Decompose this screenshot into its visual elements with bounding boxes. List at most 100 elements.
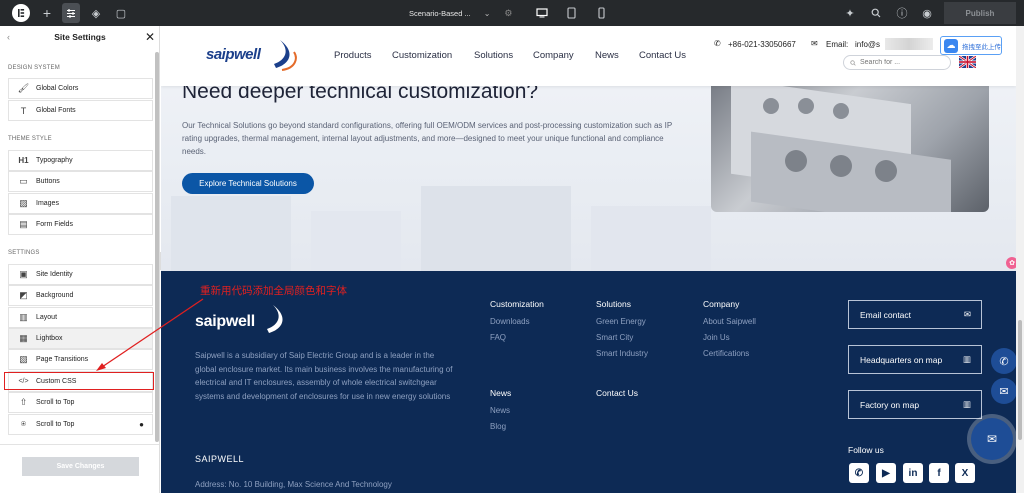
- footer-col-customization-title[interactable]: Customization: [490, 299, 544, 309]
- item-background[interactable]: ◩ Background: [8, 285, 153, 306]
- header-search[interactable]: [843, 55, 951, 70]
- layers-icon[interactable]: ◈: [88, 3, 104, 23]
- item-lightbox[interactable]: ▦ Lightbox: [8, 328, 153, 349]
- preview-eye-icon[interactable]: ◉: [919, 3, 935, 23]
- footer-link-join-us[interactable]: Join Us: [703, 333, 730, 342]
- footer-link-downloads[interactable]: Downloads: [490, 317, 530, 326]
- site-logo[interactable]: saipwell: [206, 38, 298, 72]
- publish-button[interactable]: Publish: [944, 2, 1016, 24]
- site-header: saipwell Products Customization Solution…: [161, 26, 1016, 86]
- preview-scrollbar-thumb[interactable]: [1018, 320, 1022, 440]
- footer-address: Address: No. 10 Building, Max Science An…: [195, 480, 392, 489]
- floating-mail-icon[interactable]: ✉: [991, 378, 1016, 404]
- footer-col-solutions-title[interactable]: Solutions: [596, 299, 631, 309]
- floating-whatsapp-icon[interactable]: ✆: [991, 348, 1016, 374]
- item-global-fonts[interactable]: T Global Fonts: [8, 100, 153, 121]
- footer-link-smart-city[interactable]: Smart City: [596, 333, 633, 342]
- search-icon[interactable]: [868, 3, 884, 23]
- headquarters-map-button[interactable]: Headquarters on map ▥: [848, 345, 982, 374]
- logo-swoosh-icon: [267, 305, 283, 333]
- item-scroll-to-top-pro[interactable]: ⍟ Scroll to Top ●: [8, 414, 153, 435]
- upload-drop-badge[interactable]: ☁ 拖拽至此上传: [940, 36, 1002, 55]
- nav-company[interactable]: Company: [533, 50, 574, 61]
- button-icon: ▭: [19, 176, 28, 186]
- site-settings-panel: ‹ Site Settings ✕ DESIGN SYSTEM 🖌︎ Global…: [0, 26, 160, 493]
- page-title: Scenario-Based ...: [409, 8, 471, 18]
- footer-link-certifications[interactable]: Certifications: [703, 349, 749, 358]
- search-input[interactable]: [860, 59, 950, 66]
- map-icon: ▥: [962, 399, 971, 409]
- brush-icon: 🖌︎: [17, 83, 30, 93]
- save-changes-button[interactable]: Save Changes: [22, 457, 139, 476]
- item-page-transitions[interactable]: ▧ Page Transitions: [8, 349, 153, 370]
- footer-col-news-title[interactable]: News: [490, 388, 511, 398]
- elementor-logo-icon[interactable]: [11, 3, 31, 23]
- nav-news[interactable]: News: [595, 50, 619, 61]
- linkedin-icon[interactable]: in: [903, 463, 923, 483]
- custom-css-highlight-box: [4, 372, 154, 390]
- floating-chat-icon[interactable]: ✉: [971, 418, 1013, 460]
- pro-lock-icon: ●: [139, 420, 144, 429]
- item-form-fields[interactable]: ▤ Form Fields: [8, 214, 153, 235]
- section-theme-style: THEME STYLE: [8, 136, 52, 142]
- site-preview: Need deeper technical customization? Our…: [161, 26, 1016, 493]
- comments-icon[interactable]: ▢: [113, 3, 129, 23]
- explore-technical-solutions-button[interactable]: Explore Technical Solutions: [182, 173, 314, 194]
- floating-widget-icon[interactable]: ✿: [1006, 257, 1016, 269]
- facebook-icon[interactable]: f: [929, 463, 949, 483]
- mobile-view-icon[interactable]: [594, 3, 608, 23]
- image-icon: ▨: [19, 198, 28, 208]
- tablet-view-icon[interactable]: [563, 3, 579, 23]
- h1-icon: H1: [18, 156, 29, 165]
- hero-body: Our Technical Solutions go beyond standa…: [182, 121, 673, 156]
- nav-contact-us[interactable]: Contact Us: [639, 50, 686, 61]
- footer-logo[interactable]: saipwell: [195, 303, 290, 337]
- footer-link-smart-industry[interactable]: Smart Industry: [596, 349, 648, 358]
- page-selector[interactable]: Scenario-Based ... ⌄ ⚙: [400, 3, 520, 23]
- item-buttons[interactable]: ▭ Buttons: [8, 171, 153, 192]
- nav-products[interactable]: Products: [334, 50, 372, 61]
- footer-link-news[interactable]: News: [490, 406, 510, 415]
- header-phone[interactable]: +86-021-33050667: [728, 40, 796, 49]
- section-settings: SETTINGS: [8, 250, 40, 256]
- phone-icon: ✆: [714, 39, 721, 48]
- close-icon[interactable]: ✕: [145, 30, 155, 44]
- site-settings-icon[interactable]: [62, 3, 80, 23]
- email-contact-button[interactable]: Email contact ✉: [848, 300, 982, 329]
- form-icon: ▤: [19, 219, 28, 229]
- factory-map-button[interactable]: Factory on map ▥: [848, 390, 982, 419]
- whatsapp-icon[interactable]: ✆: [849, 463, 869, 483]
- item-global-colors[interactable]: 🖌︎ Global Colors: [8, 78, 153, 99]
- enclosure-product-image: [711, 66, 989, 212]
- add-element-icon[interactable]: +: [39, 3, 55, 23]
- help-icon[interactable]: ⓘ: [894, 3, 910, 23]
- header-email[interactable]: info@s: [855, 40, 880, 49]
- uk-flag-icon[interactable]: [958, 55, 977, 69]
- lightbox-icon: ▦: [19, 333, 28, 343]
- item-layout[interactable]: ▥ Layout: [8, 307, 153, 328]
- item-site-identity[interactable]: ▣ Site Identity: [8, 264, 153, 285]
- nav-customization[interactable]: Customization: [392, 50, 452, 61]
- logo-swoosh-icon: [274, 40, 297, 71]
- item-images[interactable]: ▨ Images: [8, 193, 153, 214]
- item-scroll-to-top[interactable]: ⇧ Scroll to Top: [8, 392, 153, 413]
- header-email-label: Email:: [826, 40, 849, 49]
- sidebar-scrollbar[interactable]: [155, 52, 159, 442]
- footer-col-contact-title[interactable]: Contact Us: [596, 388, 638, 398]
- nav-solutions[interactable]: Solutions: [474, 50, 513, 61]
- footer-col-company-title[interactable]: Company: [703, 299, 739, 309]
- footer-link-about[interactable]: About Saipwell: [703, 317, 756, 326]
- footer-company-heading: SAIPWELL: [195, 454, 245, 464]
- footer-link-blog[interactable]: Blog: [490, 422, 506, 431]
- footer-link-green-energy[interactable]: Green Energy: [596, 317, 646, 326]
- footer-link-faq[interactable]: FAQ: [490, 333, 506, 342]
- desktop-view-icon[interactable]: [532, 3, 552, 23]
- gear-icon[interactable]: ⚙: [504, 8, 512, 19]
- item-typography[interactable]: H1 Typography: [8, 150, 153, 171]
- x-icon[interactable]: X: [955, 463, 975, 483]
- notifications-icon[interactable]: ✦: [842, 3, 858, 23]
- background-icon: ◩: [19, 290, 28, 300]
- section-design-system: DESIGN SYSTEM: [8, 65, 60, 71]
- mail-icon: ✉: [963, 309, 971, 319]
- youtube-icon[interactable]: ▶: [876, 463, 896, 483]
